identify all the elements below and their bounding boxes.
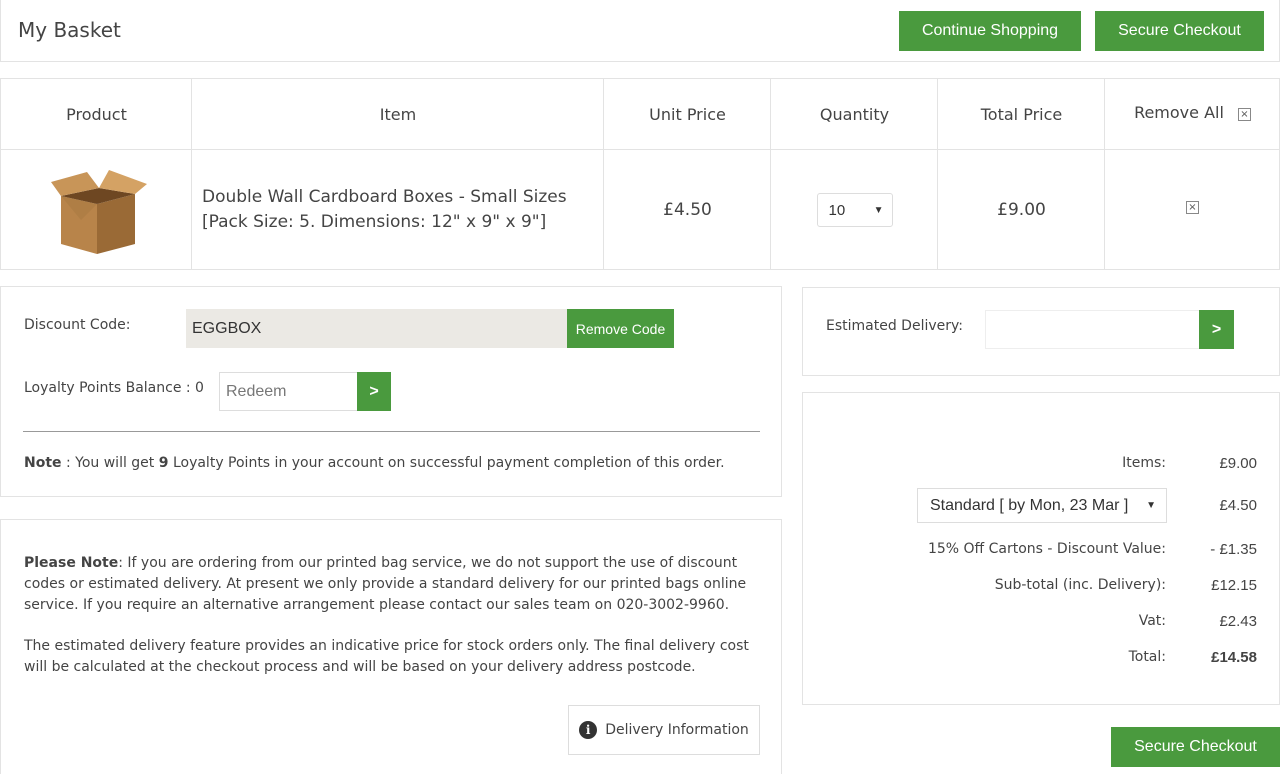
please-note-label: Please Note xyxy=(24,555,119,571)
vat-value: £2.43 xyxy=(1219,613,1257,630)
vat-label: Vat: xyxy=(1138,613,1166,629)
unit-price-value: £4.50 xyxy=(663,200,712,220)
basket-table: Product Item Unit Price Quantity Total P… xyxy=(0,78,1280,270)
header-item: Item xyxy=(379,104,417,124)
quantity-value: 10 xyxy=(828,201,846,219)
total-price-value: £9.00 xyxy=(997,200,1046,220)
product-image xyxy=(1,150,192,270)
remove-all-button[interactable]: Remove All × xyxy=(1105,79,1280,149)
note-points: 9 xyxy=(158,455,169,471)
remove-item-cell: × xyxy=(1105,147,1280,267)
loyalty-note: Note : You will get 9 Loyalty Points in … xyxy=(24,455,725,471)
remove-item-icon[interactable]: × xyxy=(1186,200,1199,214)
header-unit-price: Unit Price xyxy=(649,104,726,124)
note-suffix: Loyalty Points in your account on succes… xyxy=(168,455,725,471)
estimate-submit-button[interactable]: > xyxy=(1199,310,1234,349)
continue-shopping-button[interactable]: Continue Shopping xyxy=(899,11,1081,51)
item-description: Double Wall Cardboard Boxes - Small Size… xyxy=(202,150,602,270)
divider xyxy=(23,431,760,432)
info-panel: Please Note: If you are ordering from ou… xyxy=(0,519,782,774)
delivery-information-button[interactable]: i Delivery Information xyxy=(568,705,760,755)
delivery-option-select[interactable]: Standard [ by Mon, 23 Mar ] ▼ xyxy=(917,488,1167,523)
items-label: Items: xyxy=(1122,455,1166,471)
quantity-cell: 10 ▼ xyxy=(771,150,938,270)
delivery-value: £4.50 xyxy=(1219,497,1257,514)
page-title: My Basket xyxy=(18,18,121,42)
loyalty-balance-label: Loyalty Points Balance : 0 xyxy=(24,380,204,396)
secure-checkout-button-bottom[interactable]: Secure Checkout xyxy=(1111,727,1280,767)
delivery-information-label: Delivery Information xyxy=(605,722,749,738)
header-remove-all: Remove All xyxy=(1134,102,1224,122)
estimated-delivery-panel: Estimated Delivery: > xyxy=(802,287,1280,376)
discount-value: - £1.35 xyxy=(1210,541,1257,558)
estimate-disclaimer: The estimated delivery feature provides … xyxy=(24,638,749,675)
postcode-input[interactable] xyxy=(985,310,1201,349)
redeem-input[interactable]: Redeem xyxy=(219,372,358,411)
printed-bag-note-text: : If you are ordering from our printed b… xyxy=(24,555,747,613)
item-name[interactable]: Double Wall Cardboard Boxes - Small Size… xyxy=(202,185,567,210)
quantity-select[interactable]: 10 ▼ xyxy=(816,193,893,227)
redeem-submit-button[interactable]: > xyxy=(357,372,391,411)
note-mid: : You will get xyxy=(61,455,159,471)
header-quantity: Quantity xyxy=(819,104,890,124)
discount-panel: Discount Code: EGGBOX Remove Code Loyalt… xyxy=(0,286,782,497)
discount-label: 15% Off Cartons - Discount Value: xyxy=(927,541,1166,557)
items-value: £9.00 xyxy=(1219,455,1257,472)
totals-panel: Items: £9.00 Standard [ by Mon, 23 Mar ]… xyxy=(802,392,1280,705)
chevron-down-icon: ▼ xyxy=(1146,500,1156,511)
subtotal-value: £12.15 xyxy=(1211,577,1257,594)
close-icon[interactable]: × xyxy=(1237,107,1251,121)
chevron-down-icon: ▼ xyxy=(873,204,884,216)
delivery-option-value: Standard [ by Mon, 23 Mar ] xyxy=(930,496,1129,514)
item-spec: [Pack Size: 5. Dimensions: 12" x 9" x 9"… xyxy=(202,212,547,232)
total-value: £14.58 xyxy=(1211,649,1257,666)
basket-header: My Basket Continue Shopping Secure Check… xyxy=(0,0,1280,62)
subtotal-label: Sub-total (inc. Delivery): xyxy=(994,577,1166,593)
remove-code-button[interactable]: Remove Code xyxy=(567,309,674,348)
header-product: Product xyxy=(66,104,127,124)
cardboard-box-icon xyxy=(50,170,147,254)
header-total-price: Total Price xyxy=(980,104,1063,124)
discount-code-label: Discount Code: xyxy=(24,317,131,333)
note-prefix: Note xyxy=(24,455,62,471)
info-icon: i xyxy=(579,721,598,739)
estimated-delivery-label: Estimated Delivery: xyxy=(826,318,963,334)
total-label: Total: xyxy=(1128,649,1166,665)
secure-checkout-button-top[interactable]: Secure Checkout xyxy=(1095,11,1264,51)
discount-code-field[interactable]: EGGBOX xyxy=(186,309,567,348)
printed-bag-note: Please Note: If you are ordering from ou… xyxy=(24,553,754,616)
